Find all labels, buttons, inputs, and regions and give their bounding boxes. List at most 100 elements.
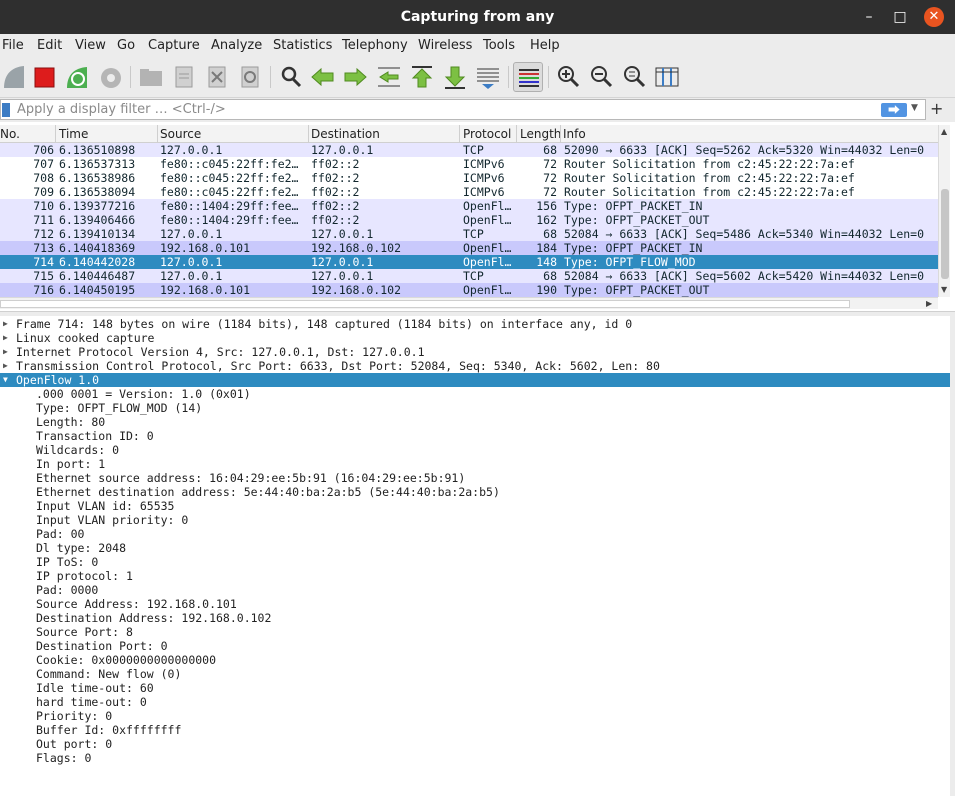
normal-size-icon[interactable]	[619, 62, 649, 92]
apply-filter-button[interactable]: ⮕	[881, 103, 907, 117]
table-row[interactable]: 706 6.136510898 127.0.0.1 127.0.0.1 TCP 68 520…	[0, 143, 938, 157]
tree-field[interactable]: Source Port: 8	[0, 625, 950, 639]
chevron-down-icon[interactable]: ▼	[911, 103, 918, 113]
tree-node[interactable]: ▼ OpenFlow 1.0	[0, 373, 950, 387]
find-packet-icon[interactable]	[276, 62, 306, 92]
tree-field[interactable]: Wildcards: 0	[0, 443, 950, 457]
tree-field[interactable]: Ethernet destination address: 5e:44:40:b…	[0, 485, 950, 499]
tree-field[interactable]: .000 0001 = Version: 1.0 (0x01)	[0, 387, 950, 401]
packet-list[interactable]: No. Time Source Destination Protocol Len…	[0, 125, 950, 311]
scroll-up-icon[interactable]: ▲	[941, 127, 947, 136]
tree-field[interactable]: Flags: 0	[0, 751, 950, 765]
bookmark-icon[interactable]	[2, 103, 10, 117]
tree-field[interactable]: IP protocol: 1	[0, 569, 950, 583]
packet-details-pane[interactable]: ▶ Frame 714: 148 bytes on wire (1184 bits…	[0, 316, 950, 796]
close-icon[interactable]: ✕	[924, 7, 944, 27]
table-row[interactable]: 709 6.136538094 fe80::c045:22ff:fe2… ff02::…	[0, 185, 938, 199]
menu-view[interactable]: View	[75, 38, 106, 53]
colorize-icon[interactable]	[513, 62, 543, 92]
table-row[interactable]: 708 6.136538986 fe80::c045:22ff:fe2… ff02::…	[0, 171, 938, 185]
stop-capture-icon[interactable]	[30, 62, 60, 92]
first-packet-icon[interactable]	[407, 62, 437, 92]
column-header-source[interactable]: Source	[160, 127, 201, 141]
menu-capture[interactable]: Capture	[148, 38, 200, 53]
display-filter-input[interactable]: Apply a display filter … <Ctrl-/> ⮕ ▼	[0, 99, 926, 120]
tree-field[interactable]: Transaction ID: 0	[0, 429, 950, 443]
packet-list-horizontal-scrollbar[interactable]: ▶	[0, 297, 938, 309]
tree-field[interactable]: Buffer Id: 0xffffffff	[0, 723, 950, 737]
tree-field[interactable]: Priority: 0	[0, 709, 950, 723]
zoom-in-icon[interactable]	[553, 62, 583, 92]
menu-analyze[interactable]: Analyze	[211, 38, 262, 53]
menu-tools[interactable]: Tools	[483, 38, 515, 53]
tree-field[interactable]: In port: 1	[0, 457, 950, 471]
tree-node[interactable]: ▶ Internet Protocol Version 4, Src: 127.0…	[0, 345, 950, 359]
tree-field[interactable]: Length: 80	[0, 415, 950, 429]
scroll-right-icon[interactable]: ▶	[926, 299, 932, 308]
tree-field[interactable]: IP ToS: 0	[0, 555, 950, 569]
tree-field[interactable]: Out port: 0	[0, 737, 950, 751]
capture-options-icon[interactable]	[96, 62, 126, 92]
tree-field[interactable]: Dl type: 2048	[0, 541, 950, 555]
menu-statistics[interactable]: Statistics	[273, 38, 332, 53]
minimize-icon[interactable]: –	[860, 8, 878, 26]
auto-scroll-icon[interactable]	[473, 62, 503, 92]
go-to-packet-icon[interactable]	[374, 62, 404, 92]
menu-telephony[interactable]: Telephony	[342, 38, 408, 53]
open-file-icon[interactable]	[136, 62, 166, 92]
scrollbar-thumb[interactable]	[0, 300, 850, 308]
table-row[interactable]: 715 6.140446487 127.0.0.1 127.0.0.1 TCP 68 520…	[0, 269, 938, 283]
menu-help[interactable]: Help	[530, 38, 560, 53]
tree-node[interactable]: ▶ Linux cooked capture	[0, 331, 950, 345]
resize-columns-icon[interactable]	[652, 62, 682, 92]
scrollbar-thumb[interactable]	[941, 189, 949, 279]
table-row[interactable]: 707 6.136537313 fe80::c045:22ff:fe2… ff02::…	[0, 157, 938, 171]
close-file-icon[interactable]	[202, 62, 232, 92]
tree-field[interactable]: Pad: 0000	[0, 583, 950, 597]
tree-field[interactable]: Source Address: 192.168.0.101	[0, 597, 950, 611]
menu-file[interactable]: File	[2, 38, 24, 53]
column-header-time[interactable]: Time	[59, 127, 88, 141]
column-header-destination[interactable]: Destination	[311, 127, 380, 141]
table-row[interactable]: 710 6.139377216 fe80::1404:29ff:fee… ff02::…	[0, 199, 938, 213]
table-row[interactable]: 713 6.140418369 192.168.0.101 192.168.0.102…	[0, 241, 938, 255]
column-header-no[interactable]: No.	[0, 127, 20, 141]
tree-field[interactable]: Input VLAN id: 65535	[0, 499, 950, 513]
start-capture-icon[interactable]	[0, 62, 30, 92]
column-header-length[interactable]: Length	[520, 127, 561, 141]
restart-capture-icon[interactable]	[62, 62, 92, 92]
save-file-icon[interactable]	[169, 62, 199, 92]
tree-field[interactable]: Command: New flow (0)	[0, 667, 950, 681]
table-row[interactable]: 716 6.140450195 192.168.0.101 192.168.0.102…	[0, 283, 938, 297]
tree-field[interactable]: Type: OFPT_FLOW_MOD (14)	[0, 401, 950, 415]
chevron-right-icon[interactable]: ▶	[3, 317, 8, 331]
add-filter-button[interactable]: +	[930, 99, 943, 118]
reload-file-icon[interactable]	[235, 62, 265, 92]
chevron-right-icon[interactable]: ▶	[3, 331, 8, 345]
chevron-right-icon[interactable]: ▶	[3, 359, 8, 373]
last-packet-icon[interactable]	[440, 62, 470, 92]
go-back-icon[interactable]	[308, 62, 338, 92]
tree-field[interactable]: Input VLAN priority: 0	[0, 513, 950, 527]
chevron-down-icon[interactable]: ▼	[3, 373, 8, 387]
menu-edit[interactable]: Edit	[37, 38, 62, 53]
table-row[interactable]: 714 6.140442028 127.0.0.1 127.0.0.1 OpenFl… 1…	[0, 255, 938, 269]
maximize-icon[interactable]: □	[891, 8, 909, 26]
packet-list-vertical-scrollbar[interactable]: ▲ ▼	[938, 125, 950, 297]
tree-field[interactable]: Cookie: 0x0000000000000000	[0, 653, 950, 667]
menu-go[interactable]: Go	[117, 38, 135, 53]
column-header-protocol[interactable]: Protocol	[463, 127, 511, 141]
go-forward-icon[interactable]	[340, 62, 370, 92]
tree-field[interactable]: Destination Address: 192.168.0.102	[0, 611, 950, 625]
table-row[interactable]: 712 6.139410134 127.0.0.1 127.0.0.1 TCP 68 520…	[0, 227, 938, 241]
menu-wireless[interactable]: Wireless	[418, 38, 472, 53]
tree-field[interactable]: Destination Port: 0	[0, 639, 950, 653]
chevron-right-icon[interactable]: ▶	[3, 345, 8, 359]
tree-field[interactable]: Idle time-out: 60	[0, 681, 950, 695]
tree-node[interactable]: ▶ Transmission Control Protocol, Src Port…	[0, 359, 950, 373]
table-row[interactable]: 711 6.139406466 fe80::1404:29ff:fee… ff02::…	[0, 213, 938, 227]
zoom-out-icon[interactable]	[586, 62, 616, 92]
tree-field[interactable]: hard time-out: 0	[0, 695, 950, 709]
tree-field[interactable]: Pad: 00	[0, 527, 950, 541]
tree-node[interactable]: ▶ Frame 714: 148 bytes on wire (1184 bits…	[0, 317, 950, 331]
